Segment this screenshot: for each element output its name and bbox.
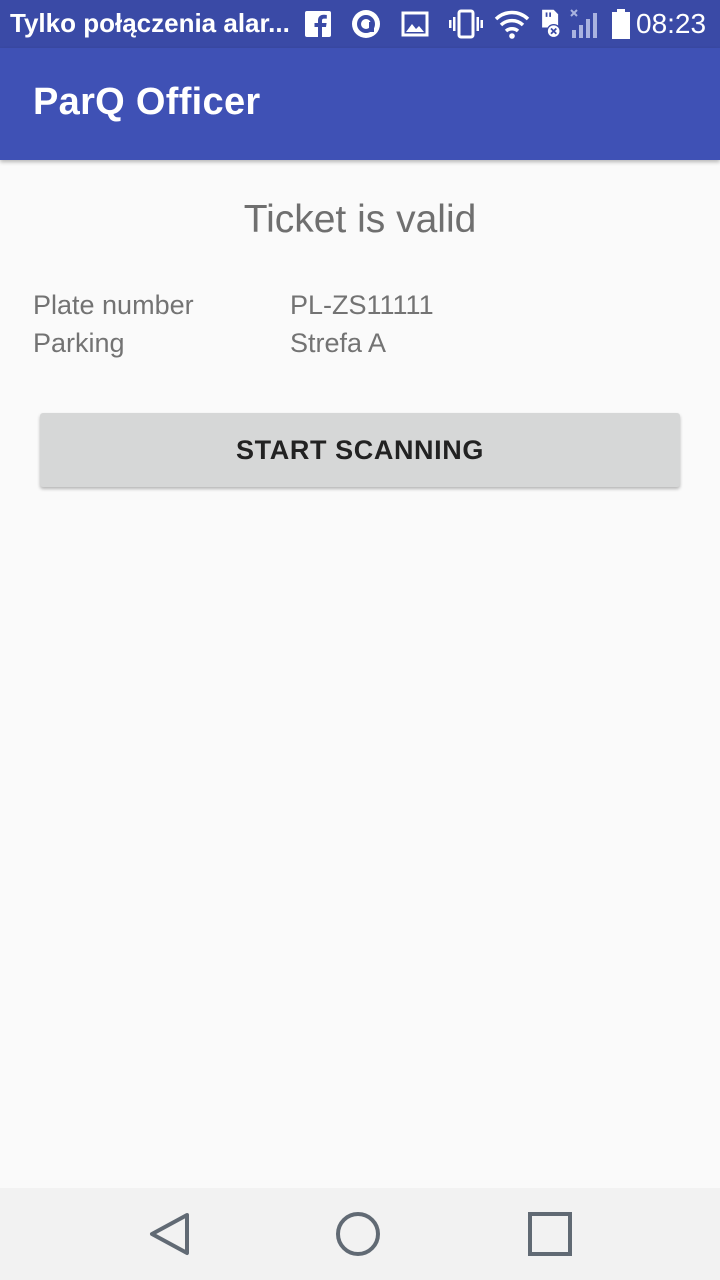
battery-icon [612,9,630,39]
app-bar: ParQ Officer [0,48,720,160]
sd-card-icon [542,9,561,39]
facebook-icon [305,11,331,38]
parking-label: Parking [33,328,125,358]
signal-icon [570,9,597,38]
plate-number-value: PL-ZS11111 [290,290,434,320]
status-bar: Tylko połączenia alar... 08:23 [0,0,720,48]
image-icon [401,11,429,37]
ticket-status-heading: Ticket is valid [243,198,477,241]
plate-number-label: Plate number [33,290,194,320]
notification-text: Tylko połączenia alar... [10,8,290,38]
recents-icon[interactable] [520,1208,580,1260]
app-title: ParQ Officer [33,81,261,123]
wifi-icon [494,10,530,39]
start-scanning-button[interactable]: START SCANNING [40,413,680,487]
clock: 08:23 [636,8,707,39]
home-icon[interactable] [328,1208,388,1260]
navigation-bar [0,1188,720,1280]
vibrate-icon [449,9,483,39]
messenger-icon [352,10,380,38]
parking-value: Strefa A [290,328,387,358]
back-icon[interactable] [140,1208,200,1260]
parking-row: Parking Strefa A [0,328,720,364]
plate-number-row: Plate number PL-ZS11111 [0,290,720,326]
